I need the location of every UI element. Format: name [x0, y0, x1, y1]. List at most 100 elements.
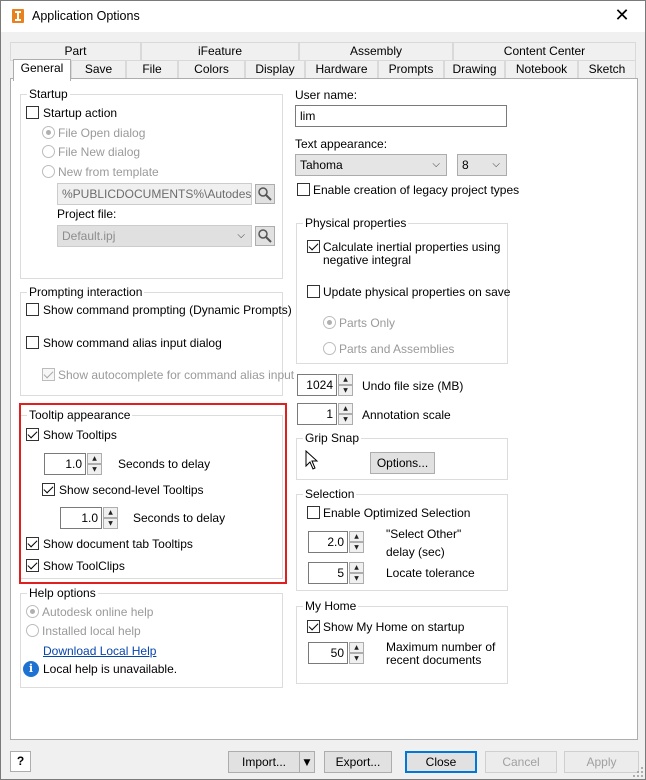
tab-drawing[interactable]: Drawing [444, 60, 505, 79]
spin-up-icon[interactable]: ▲ [349, 531, 364, 542]
project-file-combo[interactable]: Default.ipj ⌵ [57, 225, 252, 247]
tab-general[interactable]: General [13, 59, 71, 81]
tab-hardware[interactable]: Hardware [305, 60, 378, 79]
max-recent-docs-value[interactable]: 50 [308, 642, 348, 664]
user-name-label: User name: [295, 88, 358, 102]
radio-file-new[interactable] [42, 145, 55, 158]
tab-notebook[interactable]: Notebook [505, 60, 578, 79]
radio-local-help-label: Installed local help [42, 624, 141, 638]
spin-up-icon[interactable]: ▲ [349, 562, 364, 573]
locate-tolerance-value[interactable]: 5 [308, 562, 348, 584]
update-on-save-checkbox[interactable] [307, 285, 320, 298]
my-home-group-label: My Home [303, 599, 359, 613]
max-recent-docs-label-line1: Maximum number of [386, 640, 496, 654]
radio-online-help[interactable] [26, 605, 39, 618]
application-options-window: Application Options ✕ Part iFeature Asse… [0, 0, 646, 780]
enable-optimized-selection-checkbox[interactable] [307, 506, 320, 519]
title-bar: Application Options ✕ [1, 1, 645, 32]
radio-parts-only[interactable] [323, 316, 336, 329]
max-recent-docs-label-line2: recent documents [386, 653, 482, 667]
radio-file-new-label: File New dialog [58, 145, 141, 159]
spin-down-icon[interactable]: ▼ [338, 385, 353, 396]
radio-new-template-label: New from template [58, 165, 159, 179]
grip-snap-group-label: Grip Snap [303, 431, 362, 445]
radio-online-help-label: Autodesk online help [42, 605, 154, 619]
chevron-down-icon: ⌵ [432, 159, 440, 170]
spin-up-icon[interactable]: ▲ [349, 642, 364, 653]
annotation-scale-value[interactable]: 1 [297, 403, 337, 425]
startup-action-checkbox[interactable] [26, 106, 39, 119]
show-command-prompting-checkbox[interactable] [26, 303, 39, 316]
local-help-info-text: Local help is unavailable. [43, 662, 178, 676]
mouse-cursor-icon [305, 450, 319, 470]
template-path-field[interactable]: %PUBLICDOCUMENTS%\Autodesk\Inv [57, 183, 252, 205]
font-size-combo[interactable]: 8 ⌵ [457, 154, 507, 176]
tab-file[interactable]: File [126, 60, 178, 79]
resize-grip-icon[interactable] [632, 766, 644, 778]
tab-save[interactable]: Save [71, 60, 126, 79]
calc-inertial-checkbox[interactable] [307, 240, 320, 253]
inventor-app-icon [12, 9, 24, 23]
spin-up-icon[interactable]: ▲ [338, 374, 353, 385]
project-browse-button[interactable] [255, 226, 275, 246]
calc-inertial-label-line1: Calculate inertial properties using [323, 240, 501, 254]
magnifier-icon [258, 229, 272, 243]
font-size-value: 8 [462, 158, 469, 172]
chevron-down-icon: ⌵ [237, 230, 245, 241]
radio-file-open[interactable] [42, 126, 55, 139]
show-my-home-checkbox[interactable] [307, 620, 320, 633]
spin-up-icon[interactable]: ▲ [338, 403, 353, 414]
download-local-help-link[interactable]: Download Local Help [43, 644, 156, 658]
radio-local-help[interactable] [26, 624, 39, 637]
enable-optimized-selection-label: Enable Optimized Selection [323, 506, 471, 520]
show-command-prompting-label: Show command prompting (Dynamic Prompts) [43, 303, 292, 317]
undo-size-value[interactable]: 1024 [297, 374, 337, 396]
tab-display[interactable]: Display [245, 60, 305, 79]
selection-group-label: Selection [303, 487, 357, 501]
apply-button[interactable]: Apply [564, 751, 639, 773]
show-my-home-label: Show My Home on startup [323, 620, 465, 634]
legacy-project-checkbox[interactable] [297, 183, 310, 196]
spin-down-icon[interactable]: ▼ [349, 653, 364, 664]
calc-inertial-label-line2: negative integral [323, 253, 412, 267]
import-button[interactable]: Import... [228, 751, 300, 773]
annotation-scale-label: Annotation scale [362, 408, 451, 422]
startup-group-label: Startup [27, 87, 70, 101]
magnifier-icon [258, 187, 272, 201]
prompting-group-label: Prompting interaction [27, 285, 145, 299]
radio-parts-only-label: Parts Only [339, 316, 396, 330]
tab-assembly[interactable]: Assembly [299, 42, 453, 61]
project-file-value: Default.ipj [62, 229, 116, 243]
show-autocomplete-checkbox[interactable] [42, 368, 55, 381]
chevron-down-icon: ⌵ [492, 159, 500, 170]
show-alias-dialog-label: Show command alias input dialog [43, 336, 222, 350]
tab-sketch[interactable]: Sketch [578, 60, 636, 79]
user-name-input[interactable]: lim [295, 105, 507, 127]
help-button[interactable]: ? [10, 751, 31, 772]
show-alias-dialog-checkbox[interactable] [26, 336, 39, 349]
select-other-delay-value[interactable]: 2.0 [308, 531, 348, 553]
export-button[interactable]: Export... [324, 751, 392, 773]
close-window-icon[interactable]: ✕ [599, 1, 645, 31]
info-icon: i [23, 661, 39, 677]
spin-down-icon[interactable]: ▼ [349, 573, 364, 584]
close-button[interactable]: Close [405, 751, 477, 773]
template-browse-button[interactable] [255, 184, 275, 204]
update-on-save-label: Update physical properties on save [323, 285, 511, 299]
radio-new-template[interactable] [42, 165, 55, 178]
spin-down-icon[interactable]: ▼ [349, 542, 364, 553]
cancel-button[interactable]: Cancel [485, 751, 557, 773]
highlight-annotation-box [19, 403, 287, 584]
project-file-label: Project file: [57, 207, 117, 221]
radio-parts-assemblies[interactable] [323, 342, 336, 355]
tab-prompts[interactable]: Prompts [378, 60, 444, 79]
tab-content-center[interactable]: Content Center [453, 42, 636, 61]
grip-snap-options-button[interactable]: Options... [370, 452, 435, 474]
undo-size-label: Undo file size (MB) [362, 379, 464, 393]
tab-colors[interactable]: Colors [178, 60, 245, 79]
spin-down-icon[interactable]: ▼ [338, 414, 353, 425]
import-dropdown-button[interactable]: ▼ [299, 751, 315, 773]
font-value: Tahoma [300, 158, 343, 172]
font-combo[interactable]: Tahoma ⌵ [295, 154, 447, 176]
tab-ifeature[interactable]: iFeature [141, 42, 299, 61]
